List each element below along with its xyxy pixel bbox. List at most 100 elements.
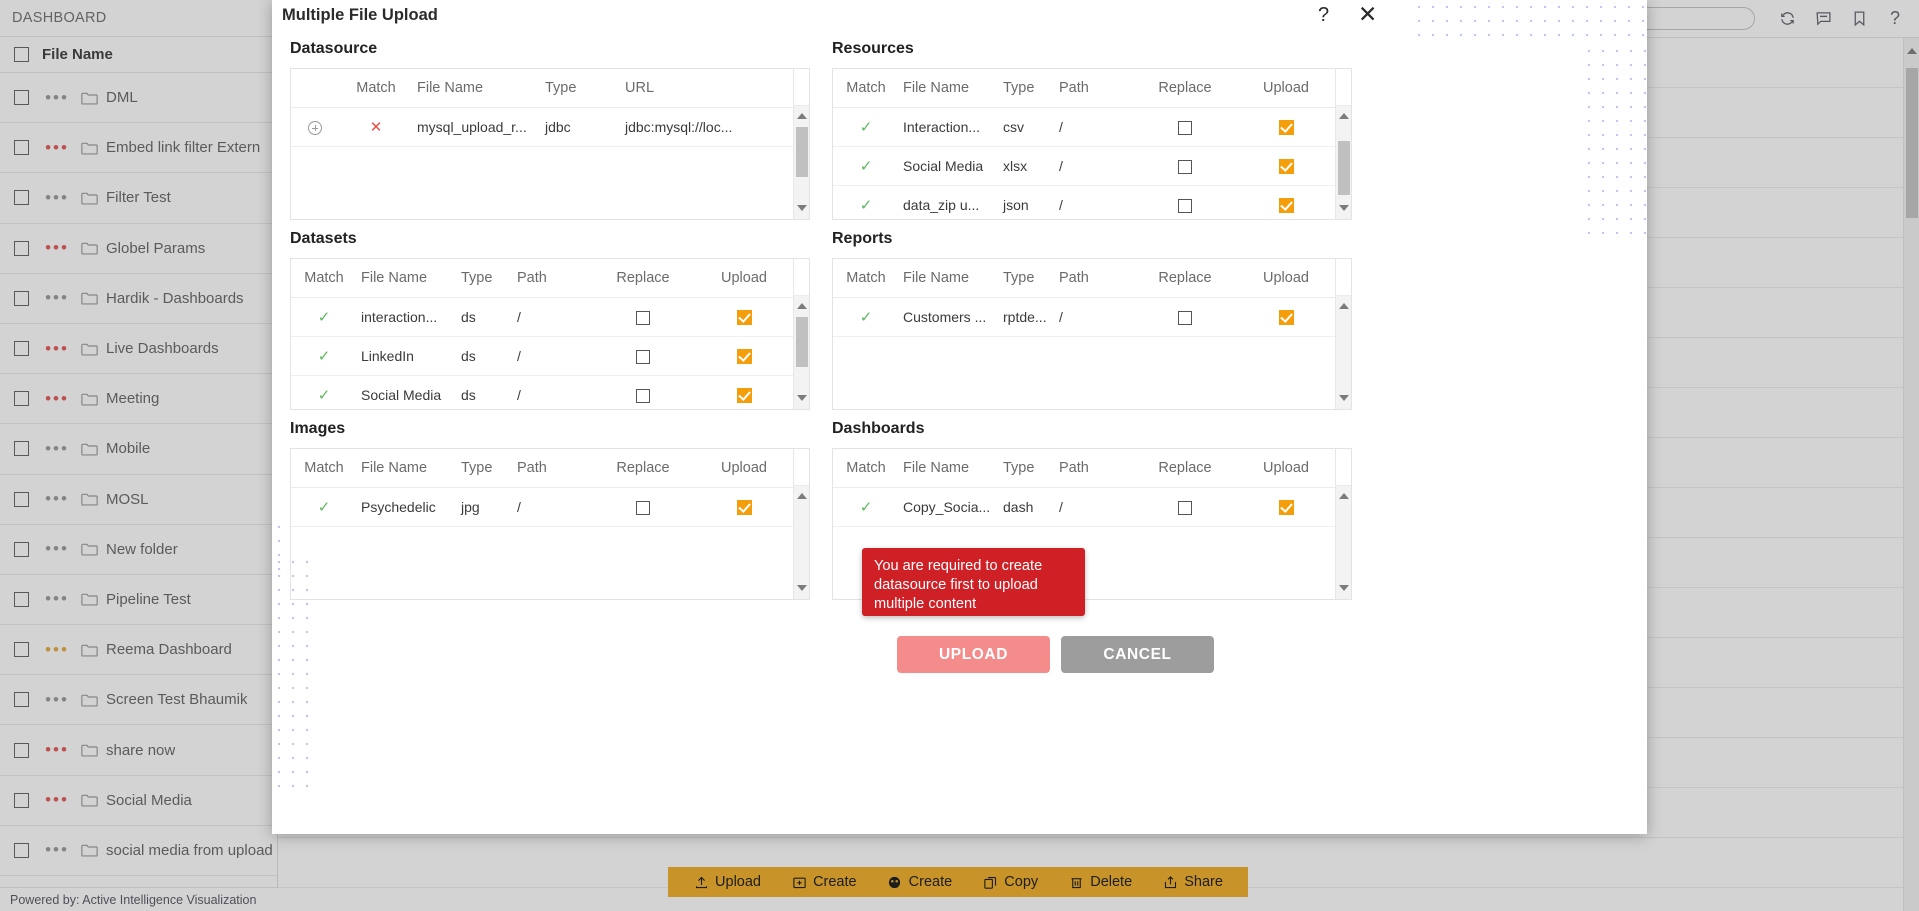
- cell-replace[interactable]: [591, 375, 695, 409]
- row-checkbox[interactable]: [0, 441, 42, 457]
- row-more-menu-icon[interactable]: •••: [42, 239, 72, 256]
- replace-checkbox-unchecked[interactable]: [1178, 311, 1192, 326]
- upload-checkbox-checked[interactable]: [736, 500, 752, 516]
- row-checkbox[interactable]: [0, 742, 42, 758]
- row-checkbox[interactable]: [0, 290, 42, 306]
- scroll-up-arrow[interactable]: [1339, 303, 1349, 309]
- scrollbar-thumb[interactable]: [1338, 141, 1350, 195]
- row-checkbox[interactable]: [0, 190, 42, 206]
- cell-replace[interactable]: [1133, 487, 1237, 527]
- cell-upload[interactable]: [695, 375, 793, 409]
- cell-upload[interactable]: [695, 336, 793, 376]
- scrollbar-thumb[interactable]: [1906, 68, 1918, 218]
- upload-checkbox-checked[interactable]: [1278, 500, 1294, 516]
- replace-checkbox-unchecked[interactable]: [1178, 199, 1192, 214]
- row-checkbox[interactable]: [0, 692, 42, 708]
- row-checkbox[interactable]: [0, 90, 42, 106]
- scroll-down-arrow[interactable]: [1339, 395, 1349, 401]
- folder-row[interactable]: ••• share now: [0, 725, 277, 776]
- scroll-up-arrow[interactable]: [1339, 113, 1349, 119]
- cell-replace[interactable]: [1133, 297, 1237, 337]
- bookmark-icon[interactable]: [1849, 9, 1869, 29]
- folder-row[interactable]: ••• DML: [0, 73, 277, 124]
- scroll-up-arrow[interactable]: [797, 113, 807, 119]
- table-row[interactable]: ✕ mysql_upload_r... jdbc jdbc:mysql://loc..…: [291, 107, 793, 147]
- folder-row[interactable]: ••• Screen Test Bhaumik: [0, 675, 277, 726]
- row-checkbox[interactable]: [0, 842, 42, 858]
- replace-checkbox-unchecked[interactable]: [1178, 160, 1192, 175]
- row-more-menu-icon[interactable]: •••: [42, 440, 72, 457]
- content-scrollbar[interactable]: [1903, 38, 1919, 911]
- table-scrollbar[interactable]: [793, 449, 809, 599]
- cell-replace[interactable]: [591, 487, 695, 527]
- folder-row[interactable]: ••• Reema Dashboard: [0, 625, 277, 676]
- refresh-icon[interactable]: [1777, 9, 1797, 29]
- cell-replace[interactable]: [591, 336, 695, 376]
- table-scrollbar[interactable]: [793, 259, 809, 409]
- replace-checkbox-unchecked[interactable]: [636, 501, 650, 516]
- replace-checkbox-unchecked[interactable]: [1178, 501, 1192, 516]
- row-more-menu-icon[interactable]: •••: [42, 641, 72, 658]
- row-more-menu-icon[interactable]: •••: [42, 841, 72, 858]
- row-checkbox[interactable]: [0, 491, 42, 507]
- action-upload-button[interactable]: Upload: [693, 874, 761, 890]
- table-row[interactable]: ✓ Copy_Socia... dash /: [833, 487, 1335, 527]
- row-more-menu-icon[interactable]: •••: [42, 590, 72, 607]
- folder-row[interactable]: ••• Globel Params: [0, 224, 277, 274]
- upload-checkbox-checked[interactable]: [1278, 159, 1294, 175]
- table-row[interactable]: ✓ LinkedIn ds /: [291, 336, 793, 376]
- row-checkbox[interactable]: [0, 541, 42, 557]
- row-checkbox[interactable]: [0, 140, 42, 156]
- cell-upload[interactable]: [1237, 146, 1335, 186]
- replace-checkbox-unchecked[interactable]: [636, 350, 650, 365]
- table-row[interactable]: ✓ data_zip u... json /: [833, 185, 1335, 219]
- folder-row[interactable]: ••• Live Dashboards: [0, 324, 277, 375]
- replace-checkbox-unchecked[interactable]: [636, 311, 650, 326]
- scroll-up-arrow[interactable]: [797, 303, 807, 309]
- scrollbar-thumb[interactable]: [796, 127, 808, 177]
- row-more-menu-icon[interactable]: •••: [42, 540, 72, 557]
- cell-upload[interactable]: [695, 297, 793, 337]
- cell-upload[interactable]: [695, 487, 793, 527]
- table-scrollbar[interactable]: [1335, 259, 1351, 409]
- scroll-down-arrow[interactable]: [1339, 205, 1349, 211]
- upload-checkbox-checked[interactable]: [736, 388, 752, 404]
- scroll-down-arrow[interactable]: [797, 205, 807, 211]
- row-checkbox[interactable]: [0, 341, 42, 357]
- replace-checkbox-unchecked[interactable]: [636, 389, 650, 404]
- row-more-menu-icon[interactable]: •••: [42, 139, 72, 156]
- folder-row[interactable]: ••• Meeting: [0, 374, 277, 425]
- row-checkbox[interactable]: [0, 642, 42, 658]
- folder-row[interactable]: ••• Filter Test: [0, 173, 277, 224]
- table-scrollbar[interactable]: [1335, 69, 1351, 219]
- table-row[interactable]: ✓ Interaction... csv /: [833, 107, 1335, 147]
- table-row[interactable]: ✓ Customers ... rptde... /: [833, 297, 1335, 337]
- cell-replace[interactable]: [591, 297, 695, 337]
- row-more-menu-icon[interactable]: •••: [42, 741, 72, 758]
- scroll-up-arrow[interactable]: [797, 493, 807, 499]
- expand-row-icon-cell[interactable]: [291, 107, 339, 147]
- cell-replace[interactable]: [1133, 107, 1237, 147]
- row-more-menu-icon[interactable]: •••: [42, 791, 72, 808]
- action-create-button[interactable]: Create: [887, 874, 952, 890]
- upload-button[interactable]: UPLOAD: [897, 636, 1050, 673]
- folder-row[interactable]: ••• MOSL: [0, 475, 277, 525]
- upload-checkbox-checked[interactable]: [736, 349, 752, 365]
- scroll-down-arrow[interactable]: [1339, 585, 1349, 591]
- action-share-button[interactable]: Share: [1162, 874, 1223, 890]
- cancel-button[interactable]: CANCEL: [1061, 636, 1214, 673]
- table-scrollbar[interactable]: [1335, 449, 1351, 599]
- row-more-menu-icon[interactable]: •••: [42, 490, 72, 507]
- help-icon[interactable]: ?: [1318, 4, 1329, 27]
- replace-checkbox-unchecked[interactable]: [1178, 121, 1192, 136]
- upload-checkbox-checked[interactable]: [736, 310, 752, 326]
- cell-upload[interactable]: [1237, 297, 1335, 337]
- plus-circle-icon[interactable]: [308, 121, 322, 136]
- table-row[interactable]: ✓ Psychedelic jpg /: [291, 487, 793, 527]
- row-checkbox[interactable]: [0, 591, 42, 607]
- row-more-menu-icon[interactable]: •••: [42, 189, 72, 206]
- row-checkbox[interactable]: [0, 240, 42, 256]
- scrollbar-thumb[interactable]: [796, 317, 808, 367]
- cell-replace[interactable]: [1133, 146, 1237, 186]
- folder-row[interactable]: ••• social media from upload: [0, 826, 277, 876]
